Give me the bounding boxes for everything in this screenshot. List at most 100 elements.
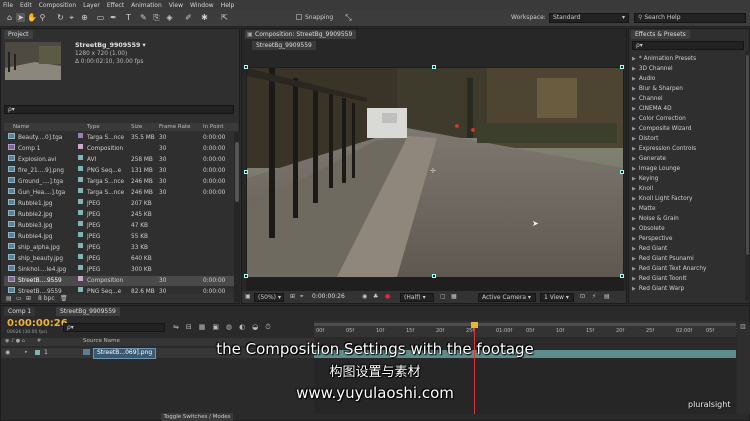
roto-brush-icon[interactable]: ✐	[184, 13, 193, 22]
label-color-icon[interactable]	[78, 155, 83, 160]
label-color-icon[interactable]	[78, 133, 83, 138]
time-ruler[interactable]: 00f 05f 10f 15f 20f 25f 01:00f 05f 10f 15f 20f 25f 0…	[314, 328, 744, 338]
expand-triangle-icon[interactable]: ▶	[632, 166, 636, 172]
expand-triangle-icon[interactable]: ▶	[632, 156, 636, 162]
pen-tool-icon[interactable]: ✒	[109, 13, 118, 22]
expand-triangle-icon[interactable]: ▶	[632, 106, 636, 112]
bpc-label[interactable]: 8 bpc	[38, 295, 55, 302]
effect-category[interactable]: ▶ Matte	[632, 204, 656, 214]
toggle-pixel-icon[interactable]: ⊡	[580, 293, 585, 300]
home-icon[interactable]: ⌂	[5, 13, 14, 22]
transform-handle[interactable]	[244, 169, 248, 174]
col-type[interactable]: Type	[87, 123, 100, 131]
menu-item-effect[interactable]: Effect	[107, 2, 124, 9]
snapping-checkbox[interactable]	[296, 14, 302, 20]
label-color-icon[interactable]	[78, 265, 83, 270]
always-preview-icon[interactable]: ▣	[245, 293, 251, 300]
expand-triangle-icon[interactable]: ▶	[632, 126, 636, 132]
expand-triangle-icon[interactable]: ▶	[632, 96, 636, 102]
label-color-icon[interactable]	[78, 254, 83, 259]
effect-category[interactable]: ▶ Keying	[632, 174, 658, 184]
expand-triangle-icon[interactable]: ▶	[632, 86, 636, 92]
menu-item-edit[interactable]: Edit	[20, 2, 32, 9]
menu-item-view[interactable]: View	[169, 2, 183, 9]
expand-triangle-icon[interactable]: ▶	[632, 246, 636, 252]
selection-tool-icon[interactable]: ➤	[16, 13, 25, 22]
effects-search-input[interactable]: ρ▾	[632, 41, 744, 50]
expand-triangle-icon[interactable]: ▶	[632, 286, 636, 292]
zoom-tool-icon[interactable]: ⚲	[38, 13, 47, 22]
menu-item-layer[interactable]: Layer	[83, 2, 100, 9]
effect-category[interactable]: ▶ Distort	[632, 134, 658, 144]
col-in-point[interactable]: In Point	[203, 123, 224, 131]
eraser-tool-icon[interactable]: ◈	[165, 13, 174, 22]
camera-select[interactable]: Active Camera ▾	[478, 293, 536, 302]
hand-tool-icon[interactable]: ✋	[27, 13, 37, 22]
label-color-icon[interactable]	[78, 166, 83, 171]
expand-triangle-icon[interactable]: ▶	[632, 186, 636, 192]
mask-tool-icon[interactable]: ▭	[96, 13, 105, 22]
project-item-name[interactable]: StreetBg_9909559 ▾	[75, 42, 146, 49]
expand-triangle-icon[interactable]: ▶	[632, 206, 636, 212]
tab-streetbg[interactable]: StreetBg_9909559	[56, 307, 120, 316]
project-row[interactable]: ship_beauty.jpg JPEG 640 KB	[4, 254, 234, 264]
label-color-icon[interactable]	[78, 221, 83, 226]
transform-handle[interactable]	[244, 65, 248, 69]
project-row[interactable]: Rubble2.jpg JPEG 245 KB	[4, 210, 234, 220]
new-comp-icon[interactable]: ⊞	[26, 295, 31, 302]
search-help-input[interactable]: ⚲ Search Help	[634, 13, 746, 23]
tab-comp-1[interactable]: Comp 1	[4, 307, 36, 316]
project-search-input[interactable]: ρ▾	[4, 105, 234, 114]
effect-category[interactable]: ▶ Red Giant Text Anarchy	[632, 264, 706, 274]
project-row[interactable]: Rubble1.jpg JPEG 207 KB	[4, 199, 234, 209]
tab-composition[interactable]: ▣ Composition: StreetBg_9909559	[245, 30, 357, 39]
camera-tool-icon[interactable]: ⌖	[67, 13, 76, 22]
effect-category[interactable]: ▶ Red Giant Warp	[632, 284, 684, 294]
expand-triangle-icon[interactable]: ▶	[632, 76, 636, 82]
toggle-switches-modes-button[interactable]: Toggle Switches / Modes	[161, 413, 233, 421]
menu-item-file[interactable]: File	[3, 2, 13, 9]
view-layout-select[interactable]: 1 View ▾	[540, 293, 574, 302]
local-axis-icon[interactable]: ⇱	[220, 13, 229, 22]
snapshot-icon[interactable]: ◉	[362, 293, 367, 300]
expand-triangle-icon[interactable]: ▶	[632, 216, 636, 222]
scrollbar-thumb[interactable]	[235, 142, 239, 202]
label-color-icon[interactable]	[78, 276, 83, 281]
time-indicator-head[interactable]	[471, 322, 478, 328]
effect-category[interactable]: ▶ Color Correction	[632, 114, 686, 124]
expand-triangle-icon[interactable]: ▶	[632, 266, 636, 272]
scrollbar-thumb[interactable]	[746, 55, 749, 255]
project-row[interactable]: Rubble3.jpg JPEG 47 KB	[4, 221, 234, 231]
pan-behind-tool-icon[interactable]: ⊕	[80, 13, 89, 22]
expand-triangle-icon[interactable]: ▶	[632, 276, 636, 282]
effect-category[interactable]: ▶ Knoll Light Factory	[632, 194, 692, 204]
timeline-timecode[interactable]: 0:00:00:26	[7, 318, 68, 329]
interpret-footage-icon[interactable]: ▤	[6, 295, 12, 302]
workspace-select[interactable]: Standard ▾	[549, 13, 629, 23]
effect-category[interactable]: ▶ Image Lounge	[632, 164, 680, 174]
effect-category[interactable]: ▶ Perspective	[632, 234, 672, 244]
expand-triangle-icon[interactable]: ▶	[632, 66, 636, 72]
menu-item-help[interactable]: Help	[221, 2, 235, 9]
effect-category[interactable]: ▶ Blur & Sharpen	[632, 84, 683, 94]
label-color-icon[interactable]	[78, 199, 83, 204]
timeline-icon[interactable]: ▤	[604, 293, 610, 300]
transparency-grid-icon[interactable]: ▦	[451, 293, 457, 300]
label-color-icon[interactable]	[78, 188, 83, 193]
effect-category[interactable]: ▶ Channel	[632, 94, 663, 104]
snap-options-icon[interactable]: ⤡	[344, 13, 353, 22]
current-time-display[interactable]: 0:00:00:26	[312, 293, 345, 300]
project-row[interactable]: Beauty....0].tga Targa S...nce 35.5 MB 30 0:…	[4, 133, 234, 143]
label-color-icon[interactable]	[78, 177, 83, 182]
effect-category[interactable]: ▶ CINEMA 4D	[632, 104, 672, 114]
project-scrollbar[interactable]	[234, 132, 240, 302]
new-folder-icon[interactable]: ▭	[16, 295, 22, 302]
col-frame-rate[interactable]: Frame Rate	[159, 123, 191, 131]
effect-category[interactable]: ▶ Red Giant	[632, 244, 667, 254]
expand-triangle-icon[interactable]: ▶	[632, 236, 636, 242]
effect-category[interactable]: ▶ 3D Channel	[632, 64, 673, 74]
expand-triangle-icon[interactable]: ▶	[632, 176, 636, 182]
transform-handle[interactable]	[620, 274, 624, 278]
label-color-icon[interactable]	[78, 243, 83, 248]
timeline-search-input[interactable]: ρ▾	[63, 323, 165, 332]
